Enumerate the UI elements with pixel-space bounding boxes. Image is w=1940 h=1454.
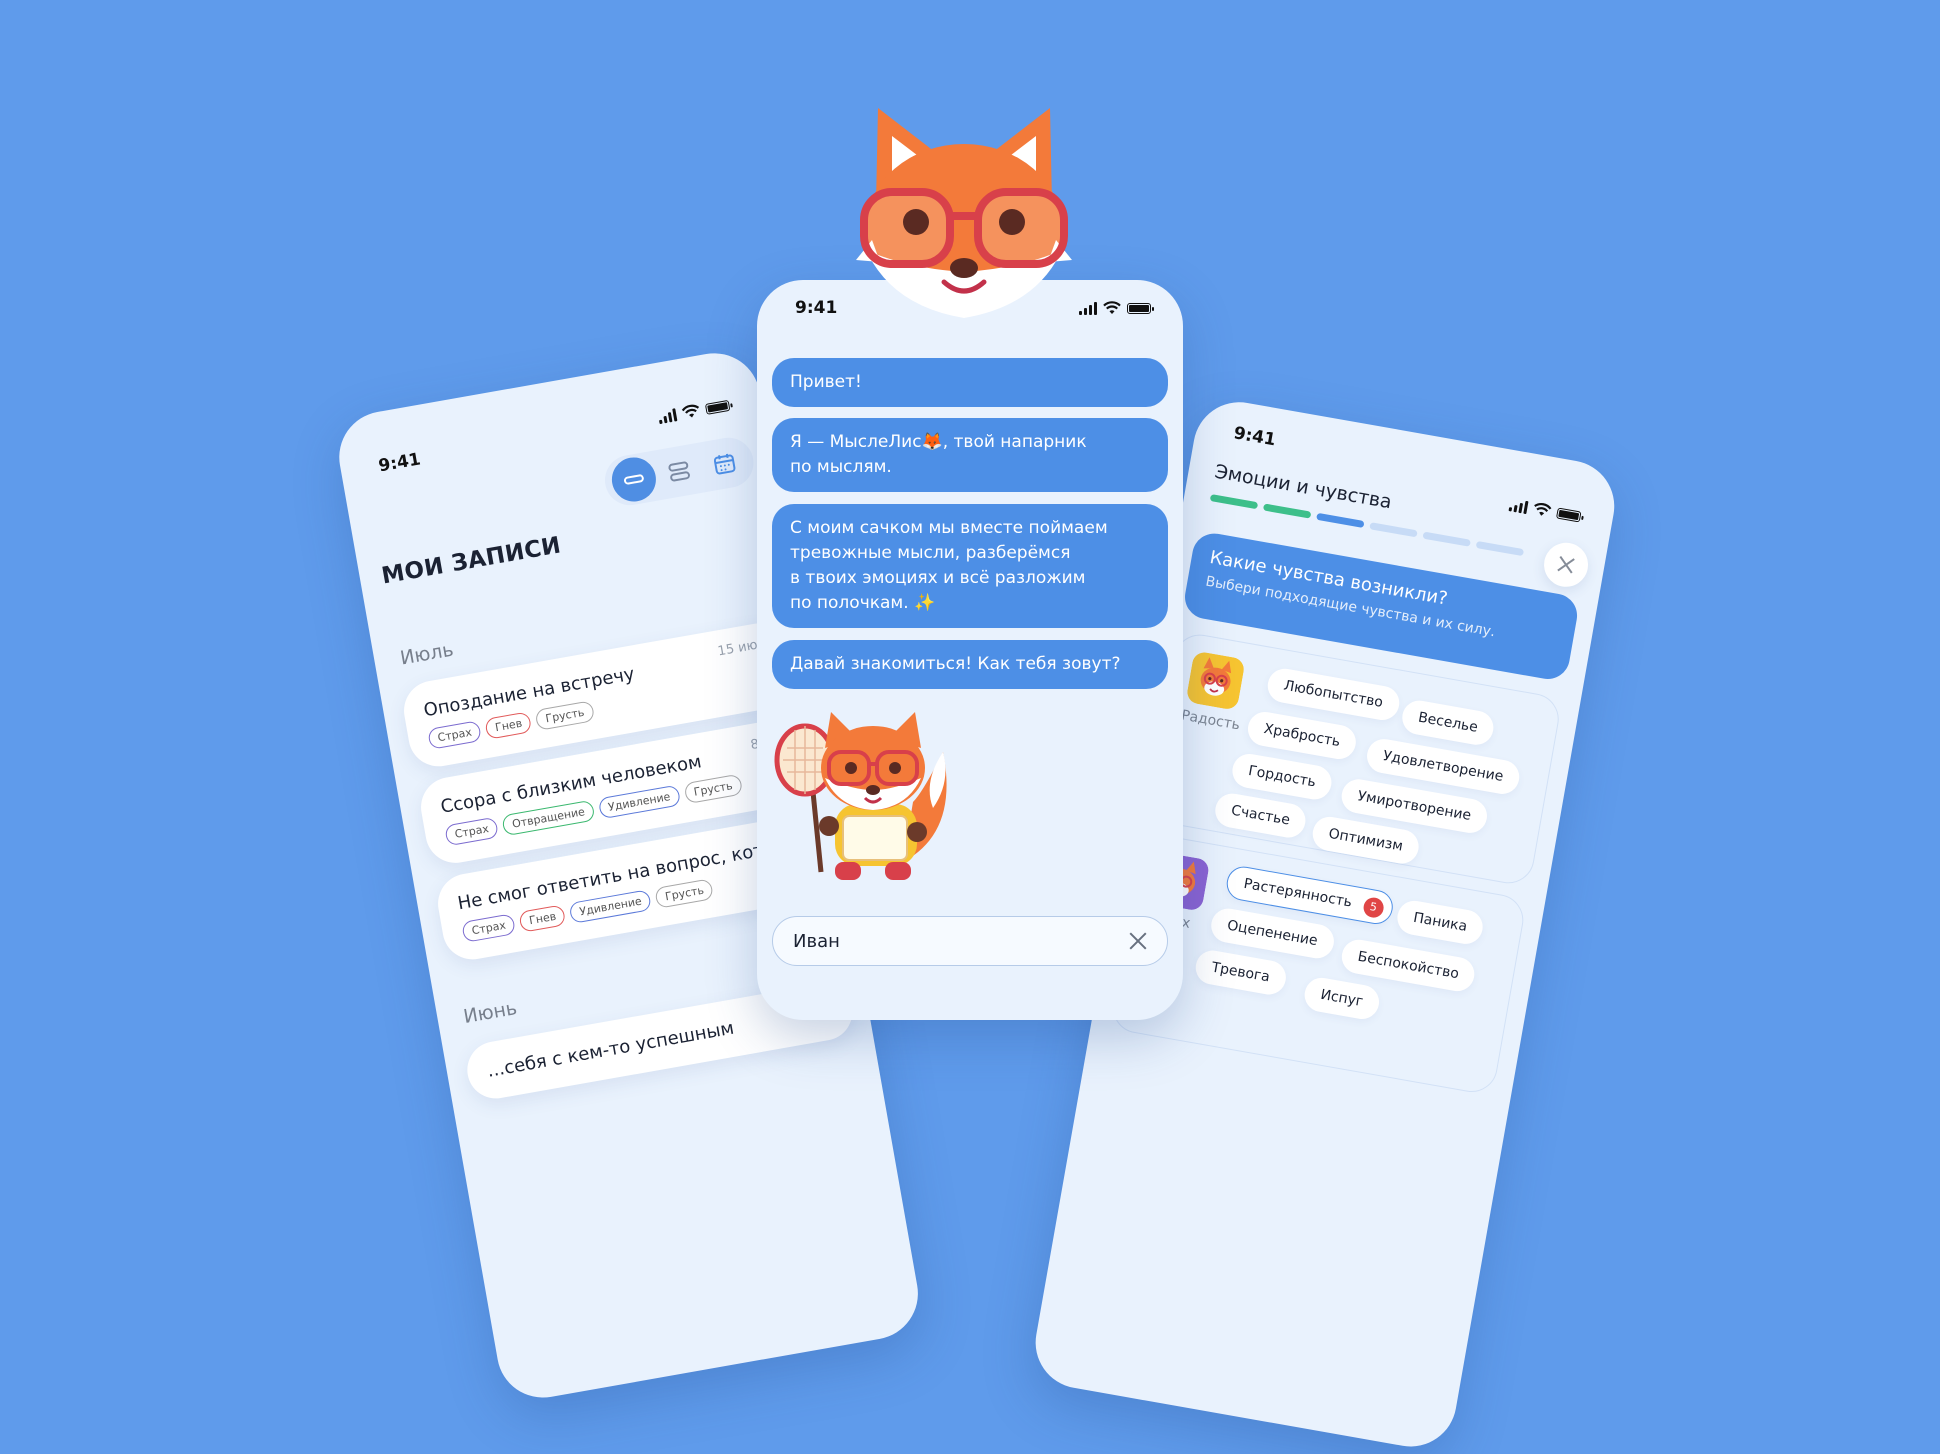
clear-input-icon[interactable] <box>1127 930 1149 952</box>
compact-view-button[interactable] <box>654 446 705 497</box>
wifi-icon <box>681 404 700 418</box>
emotion-tag: Грусть <box>683 773 744 805</box>
battery-icon <box>704 399 731 415</box>
chip-label: Растерянность <box>1242 875 1354 911</box>
progress-step <box>1475 540 1525 557</box>
emotion-tag: Грусть <box>654 878 715 909</box>
feeling-chip[interactable]: Веселье <box>1399 697 1497 748</box>
progress-step <box>1209 494 1259 510</box>
feeling-chip[interactable]: Паника <box>1394 898 1486 947</box>
list-view-button[interactable] <box>608 453 660 505</box>
feeling-chip[interactable]: Тревога <box>1193 947 1289 998</box>
feeling-chip[interactable]: Оптимизм <box>1310 814 1422 867</box>
bot-message: Привет! <box>772 358 1168 407</box>
month-header: Июль <box>398 638 456 670</box>
page-title: МОИ ЗАПИСИ <box>379 532 563 590</box>
emotion-tag: Грусть <box>534 700 595 731</box>
status-time: 9:41 <box>795 298 838 318</box>
emotion-tag: Гнев <box>484 711 533 740</box>
feeling-chip[interactable]: Счастье <box>1212 790 1309 841</box>
fox-mascot-head <box>856 108 1072 318</box>
calendar-view-button[interactable] <box>699 438 750 489</box>
progress-step <box>1262 503 1312 519</box>
signal-icon <box>1508 498 1529 514</box>
emotion-tag: Отвращение <box>501 799 596 837</box>
view-toggle <box>601 433 758 510</box>
emotion-tag: Страх <box>444 816 500 847</box>
chat-phone: 9:41 Привет! Я — МыслеЛис🦊, твой напарни… <box>757 280 1183 1020</box>
wifi-icon <box>1103 301 1121 314</box>
compact-view-icon <box>668 461 690 482</box>
feeling-chip[interactable]: Храбрость <box>1245 709 1359 762</box>
emotion-tag: Страх <box>461 913 517 943</box>
signal-icon <box>1079 301 1097 315</box>
feeling-chip[interactable]: Любопытство <box>1265 666 1402 723</box>
progress-step <box>1422 531 1471 547</box>
wifi-icon <box>1534 502 1552 516</box>
status-time: 9:41 <box>1232 423 1278 451</box>
name-input[interactable] <box>791 929 1127 953</box>
status-time: 9:41 <box>377 449 423 477</box>
bot-message: Давай знакомиться! Как тебя зовут? <box>772 640 1168 689</box>
emotion-tag: Удивление <box>568 889 653 924</box>
close-button[interactable] <box>1540 539 1592 591</box>
emotion-group-label: Радость <box>1179 707 1242 734</box>
calendar-icon <box>713 453 736 475</box>
emotion-tag: Удивление <box>597 784 681 820</box>
progress-step <box>1369 522 1418 538</box>
month-header: Июнь <box>461 997 519 1029</box>
feeling-chip[interactable]: Гордость <box>1229 751 1335 803</box>
name-input-field[interactable] <box>772 916 1168 966</box>
battery-icon <box>1127 302 1154 314</box>
emotion-tag: Страх <box>427 720 483 750</box>
fox-with-net-illustration <box>774 712 947 880</box>
progress-step <box>1316 512 1365 529</box>
list-view-icon <box>624 474 644 485</box>
intensity-badge: 5 <box>1361 895 1385 920</box>
emotion-tag: Гнев <box>518 904 567 933</box>
battery-icon <box>1556 507 1582 523</box>
feeling-chip[interactable]: Испуг <box>1301 975 1382 1022</box>
signal-icon <box>657 407 678 424</box>
joy-fox-icon <box>1187 652 1244 709</box>
bot-message: Я — МыслеЛис🦊, твой напарник по мыслям. <box>772 418 1168 492</box>
bot-message: С моим сачком мы вместе поймаем тревожны… <box>772 504 1168 628</box>
